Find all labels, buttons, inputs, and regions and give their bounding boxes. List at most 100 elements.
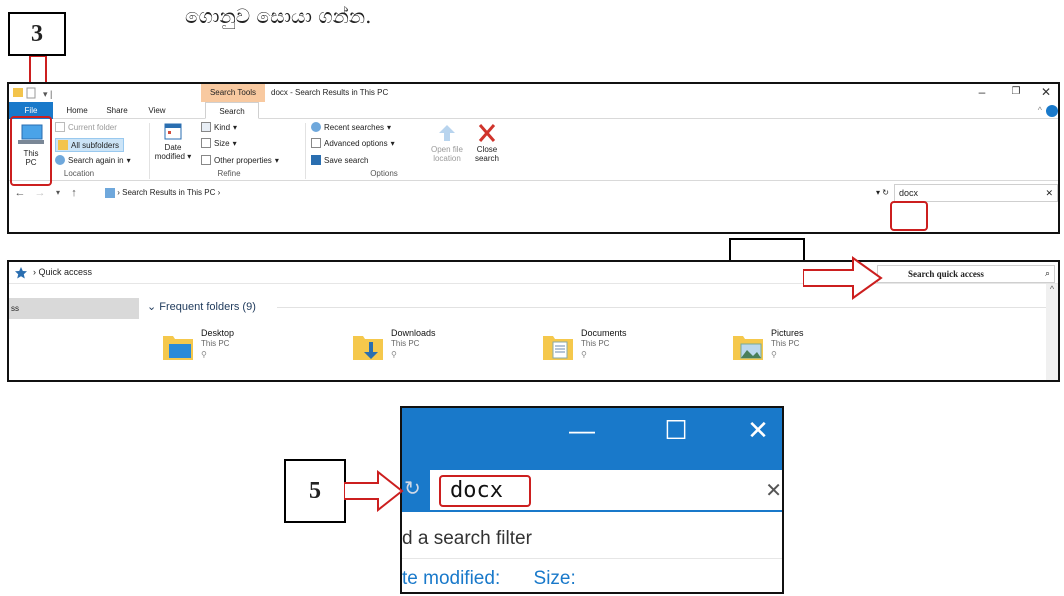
breadcrumb-quick-access[interactable]: Quick access [39,267,93,277]
current-folder-button[interactable]: Current folder [55,122,117,132]
folder-documents[interactable]: Documents This PC ⚲ [541,328,691,368]
size-icon [201,138,211,148]
folder-downloads[interactable]: Downloads This PC ⚲ [351,328,501,368]
minimize-icon[interactable]: – [967,84,997,102]
minimize-icon[interactable]: — [552,410,612,450]
filter-size[interactable]: Size: [534,568,576,589]
search-box[interactable]: docx ✕ [894,184,1058,202]
search-ribbon: This PC Current folder All subfolders Se… [9,119,1058,181]
ribbon-collapse-icon[interactable]: ^ [1038,105,1042,115]
up-icon[interactable]: ↑ [67,185,81,201]
other-properties-button[interactable]: Other properties ▾ [201,155,279,165]
quick-access-search-input[interactable]: Search quick access ⌕ [877,265,1055,283]
group-divider [149,123,150,179]
folder-pictures[interactable]: Pictures This PC ⚲ [731,328,881,368]
nav-selected-item[interactable]: ss [9,298,139,319]
address-dropdown-icon[interactable]: ▾ ↻ [876,184,889,202]
open-location-icon [439,125,455,141]
step-5-callout: 5 [284,459,346,523]
folder-location: This PC [771,339,800,348]
desktop-folder-icon [163,336,193,360]
step-5-arrow [344,470,404,512]
properties-icon [201,155,211,165]
title-bar: ▾ | Search Tools docx - Search Results i… [9,84,1058,102]
breadcrumb-search-results[interactable]: Search Results in This PC [122,188,215,197]
recent-locations-icon[interactable]: ▾ [51,185,65,201]
back-icon[interactable]: ← [13,185,27,201]
other-properties-label: Other properties [214,155,272,165]
open-file-label-1: Open file [430,145,464,154]
advanced-options-button[interactable]: Advanced options ▾ [311,138,395,148]
search-placeholder: Search quick access [908,269,984,279]
folder-location: This PC [391,339,420,348]
documents-folder-icon [543,336,573,360]
tab-home[interactable]: Home [59,102,95,119]
date-modified-label-1: Date [164,143,182,152]
tab-share[interactable]: Share [99,102,135,119]
filter-date-modified[interactable]: te modified: [402,568,500,589]
qat-icons: ▾ | [13,87,52,99]
group-divider [305,123,306,179]
pictures-folder-icon [733,336,763,360]
folder-location: This PC [201,339,230,348]
close-search-label-2: search [474,154,499,163]
current-folder-label: Current folder [68,122,117,132]
tab-view[interactable]: View [141,102,173,119]
close-search-icon [478,124,496,142]
frequent-folders-header[interactable]: ⌄ Frequent folders (9) [147,300,256,313]
all-subfolders-button[interactable]: All subfolders [55,138,125,152]
search-filter-options: te modified: Size: [402,568,576,590]
maximize-icon[interactable]: ☐ [646,410,706,450]
subfolders-icon [58,140,68,150]
close-icon[interactable]: ✕ [728,410,782,450]
pin-icon: ⚲ [771,350,777,359]
dropdown-arrow-icon: ▾ [126,155,131,165]
close-icon[interactable]: ✕ [1031,84,1058,102]
folder-desktop[interactable]: Desktop This PC ⚲ [161,328,311,368]
star-icon [15,267,27,279]
folder-name: Documents [581,328,627,338]
search-again-in-button[interactable]: Search again in ▾ [55,155,131,165]
recent-searches-button[interactable]: Recent searches ▾ [311,122,391,132]
save-search-button[interactable]: Save search [311,155,368,165]
dropdown-divider [402,558,782,559]
size-button[interactable]: Size ▾ [201,138,237,148]
breadcrumb-separator: › [217,188,221,197]
save-search-label: Save search [324,155,369,165]
clear-search-icon[interactable]: ✕ [765,478,782,503]
step-3-callout: 3 [8,12,66,56]
frequent-folders-title: Frequent folders (9) [159,301,256,313]
refresh-icon[interactable]: ↻ [404,476,421,501]
pin-icon: ⚲ [581,350,587,359]
advanced-options-icon [311,138,321,148]
tab-search[interactable]: Search [205,102,259,119]
kind-icon [201,122,211,132]
calendar-icon [164,123,182,140]
restore-icon[interactable]: ❐ [1001,84,1031,102]
vertical-scrollbar[interactable]: ^ [1046,284,1058,380]
help-icon[interactable] [1046,105,1058,117]
recent-searches-label: Recent searches [324,122,385,132]
clear-search-icon[interactable]: ✕ [1045,185,1053,201]
save-icon [311,155,321,165]
breadcrumb-separator: › [117,188,120,197]
open-file-location-button[interactable]: Open file location [427,123,467,169]
search-again-label: Search again in [68,155,124,165]
breadcrumb[interactable]: › Quick access [33,267,92,277]
kind-label: Kind [214,122,231,132]
kind-button[interactable]: Kind ▾ [201,122,237,132]
address-bar[interactable]: › Search Results in This PC › ▾ ↻ [105,184,889,202]
recent-searches-icon [311,122,321,132]
date-modified-button[interactable]: Date modified ▾ [153,123,193,169]
forward-icon[interactable]: → [33,185,47,201]
folder-name: Desktop [201,328,235,338]
search-input-value[interactable]: docx [895,188,918,198]
step-5-number: 5 [309,477,321,504]
section-divider [277,307,1057,308]
open-file-label-2: location [433,154,461,163]
advanced-options-label: Advanced options [324,138,388,148]
chevron-down-icon: ⌄ [147,301,157,313]
close-search-button[interactable]: Close search [469,123,505,169]
scroll-up-icon[interactable]: ^ [1046,284,1058,294]
breadcrumb-separator: › [33,267,36,277]
